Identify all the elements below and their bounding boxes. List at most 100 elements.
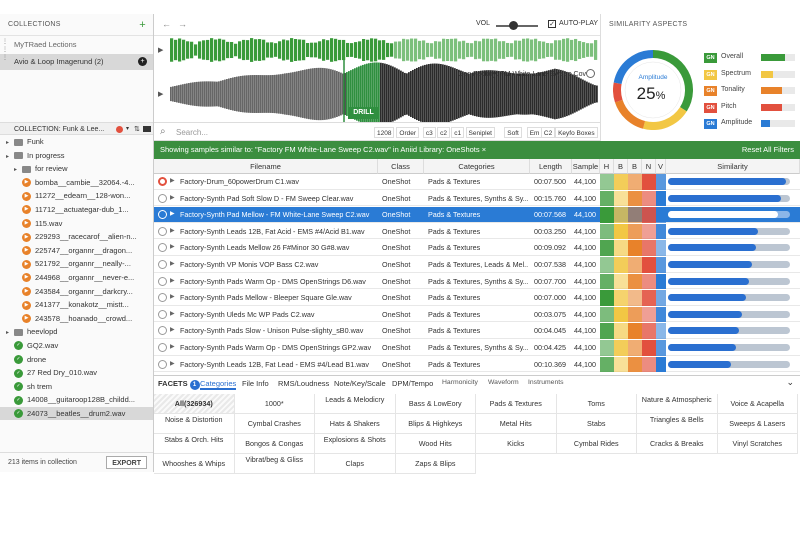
facet-option[interactable]: Triangles & Bells	[637, 414, 718, 434]
similarity-bar[interactable]	[668, 211, 790, 219]
similarity-bar[interactable]	[668, 360, 790, 368]
similarity-bar[interactable]	[668, 227, 790, 235]
table-row[interactable]: ▶ Factory-Synth Pads Warm Op - DMS OpenSt…	[154, 340, 800, 356]
filter-chip[interactable]: Keyfo Boxes	[555, 127, 598, 138]
table-row[interactable]: ▶ Factory-Synth Leads 12B, Fat Acid - EMS…	[154, 223, 800, 240]
filter-chip[interactable]: Order	[396, 127, 420, 138]
aspect-row[interactable]: GN Spectrum	[704, 69, 796, 81]
tree-item[interactable]: ▸ heevlopd	[0, 325, 153, 339]
play-icon[interactable]: ▶	[170, 240, 175, 256]
table-row[interactable]: ▶ Factory-Synth Leads Mellow 26 F#Minor 3…	[154, 240, 800, 256]
facet-tab[interactable]: Note/Key/Scale	[334, 379, 386, 388]
tree-item[interactable]: ▸ for review	[0, 162, 153, 176]
facet-option[interactable]: Stabs	[556, 414, 637, 434]
more-icon[interactable]: +	[138, 57, 147, 66]
facet-option[interactable]: Wood Hits	[395, 434, 476, 454]
search-input[interactable]: Search...	[176, 128, 208, 137]
status-circle-icon[interactable]	[158, 326, 167, 336]
tree-item[interactable]: ▶ bomba__cambie__32064.-4...	[0, 176, 153, 190]
volume-slider-knob[interactable]	[509, 21, 518, 30]
facet-option[interactable]: Vibrat/beg & Gliss	[234, 454, 315, 474]
facet-option[interactable]: Voice & Acapella	[717, 394, 798, 414]
col-header-b2[interactable]: B	[628, 159, 642, 174]
color-wheel-icon[interactable]	[158, 177, 167, 186]
forward-arrow-icon[interactable]: →	[178, 19, 187, 29]
col-header-class[interactable]: Class	[378, 159, 424, 174]
col-header-v[interactable]: V	[656, 159, 666, 174]
tree-item[interactable]: ✓ 14008__guitaroop128B_childd...	[0, 393, 153, 407]
col-header-similarity[interactable]: Similarity	[666, 159, 800, 174]
facet-option[interactable]: Leads & Melodicry	[315, 394, 396, 414]
facet-option[interactable]: Pads & Textures	[476, 394, 557, 414]
status-circle-icon[interactable]	[158, 276, 167, 286]
facet-tab[interactable]: DPM/Tempo	[392, 379, 433, 388]
play-icon[interactable]: ▶	[170, 290, 175, 306]
tree-item[interactable]: ▶ 521792__organnr__neally-...	[0, 257, 153, 271]
filter-chip[interactable]: Seniplet	[465, 127, 495, 138]
caret-icon[interactable]: ▸	[6, 327, 14, 339]
aspect-bar[interactable]	[761, 120, 795, 127]
col-header-samplerate[interactable]: Sample	[572, 159, 600, 174]
filter-chip[interactable]: C2	[540, 127, 556, 138]
tree-item[interactable]: ▶ 244968__organnr__never-e...	[0, 271, 153, 285]
filter-chip[interactable]: c2	[437, 127, 450, 138]
plus-icon[interactable]: +	[139, 14, 146, 36]
tree-item[interactable]: ▶ 229293__racecarof__alien-n...	[0, 230, 153, 244]
play-icon[interactable]: ▶	[170, 307, 175, 323]
table-row[interactable]: ▶ Factory-Synth Pads Warm Op - DMS OpenSt…	[154, 273, 800, 290]
facet-tab[interactable]: FACETS 1	[158, 379, 200, 390]
tree-item[interactable]: ✓ 24073__beatles__drum2.wav	[0, 406, 153, 421]
filter-chip[interactable]: c3	[422, 127, 436, 138]
table-row[interactable]: ▶ Factory-Drum_60powerDrum C1.wav OneShot P…	[154, 174, 800, 190]
caret-icon[interactable]: ▸	[14, 164, 22, 176]
table-row[interactable]: ▶ Factory-Synth Leads 12B, Fat Lead - EMS…	[154, 356, 800, 373]
filter-chip[interactable]: c1	[451, 127, 465, 138]
facet-option[interactable]: Cracks & Breaks	[637, 434, 718, 454]
status-circle-icon[interactable]	[158, 293, 167, 303]
tree-item[interactable]: ✓ drone	[0, 353, 153, 367]
grip-icon[interactable]: ⋮	[2, 46, 10, 54]
folder-icon[interactable]	[143, 126, 151, 132]
facet-option[interactable]: Explosions & Shots	[315, 434, 396, 454]
facet-option[interactable]: Claps	[315, 454, 396, 474]
similarity-bar[interactable]	[668, 178, 790, 185]
chevron-down-icon[interactable]: ⌄	[786, 377, 794, 388]
status-circle-icon[interactable]	[158, 193, 167, 203]
caret-icon[interactable]: ▸	[6, 137, 14, 149]
autoplay-checkbox[interactable]: ✓	[548, 20, 556, 28]
drill-button[interactable]: DRILL	[348, 107, 379, 119]
filter-chip[interactable]: 1208	[374, 127, 395, 138]
col-header-filename[interactable]: Filename	[154, 159, 378, 174]
status-circle-icon[interactable]	[158, 309, 167, 319]
waveform-area[interactable]: ▶ ▶ Gen Factory: FM White-Lane Sweep Cov…	[154, 36, 600, 122]
aspect-row[interactable]: GN Amplitude	[704, 118, 796, 130]
tree-item[interactable]: ▶ 225747__organnr__dragon...	[0, 244, 153, 258]
facet-option[interactable]: Bass & LowEory	[395, 394, 476, 414]
facet-option[interactable]: Kicks	[476, 434, 557, 454]
ring-segment[interactable]	[613, 82, 623, 103]
filter-chip[interactable]: Soft	[504, 127, 522, 138]
tree-item[interactable]: ✓ 27 Red Dry_010.wav	[0, 366, 153, 380]
grip-icon[interactable]: ⋮	[2, 38, 10, 46]
play-icon[interactable]: ▶	[170, 224, 175, 240]
aspect-bar[interactable]	[761, 87, 795, 94]
facet-tab[interactable]: Categories	[200, 379, 237, 390]
grip-icon[interactable]: ⋮	[2, 54, 10, 62]
aspect-row[interactable]: GN Overall	[704, 52, 796, 64]
table-row[interactable]: ▶ Factory-Synth Pads Mellow - Bleeper Squ…	[154, 290, 800, 306]
table-row[interactable]: ▶ Factory-Synth Pad Soft Slow D - FM Swee…	[154, 190, 800, 207]
facet-option[interactable]: Cymbal Crashes	[234, 414, 315, 434]
aspect-bar[interactable]	[761, 103, 795, 111]
facet-option[interactable]: Cymbal Rides	[556, 434, 637, 454]
aspect-bar[interactable]	[761, 54, 795, 61]
filter-description[interactable]: Showing samples similar to: "Factory FM …	[160, 145, 486, 154]
facet-tab[interactable]: File Info	[242, 379, 269, 388]
play-icon[interactable]: ▶	[170, 274, 175, 290]
col-header-n[interactable]: N	[642, 159, 656, 174]
back-arrow-icon[interactable]: ←	[162, 19, 171, 29]
tree-item[interactable]: ▸ Funk	[0, 135, 153, 149]
facet-option[interactable]: Vinyl Scratches	[717, 434, 798, 454]
facet-option[interactable]: Sweeps & Lasers	[717, 414, 798, 434]
caret-icon[interactable]: ▸	[6, 151, 14, 163]
play-icon[interactable]: ▶	[170, 207, 175, 223]
